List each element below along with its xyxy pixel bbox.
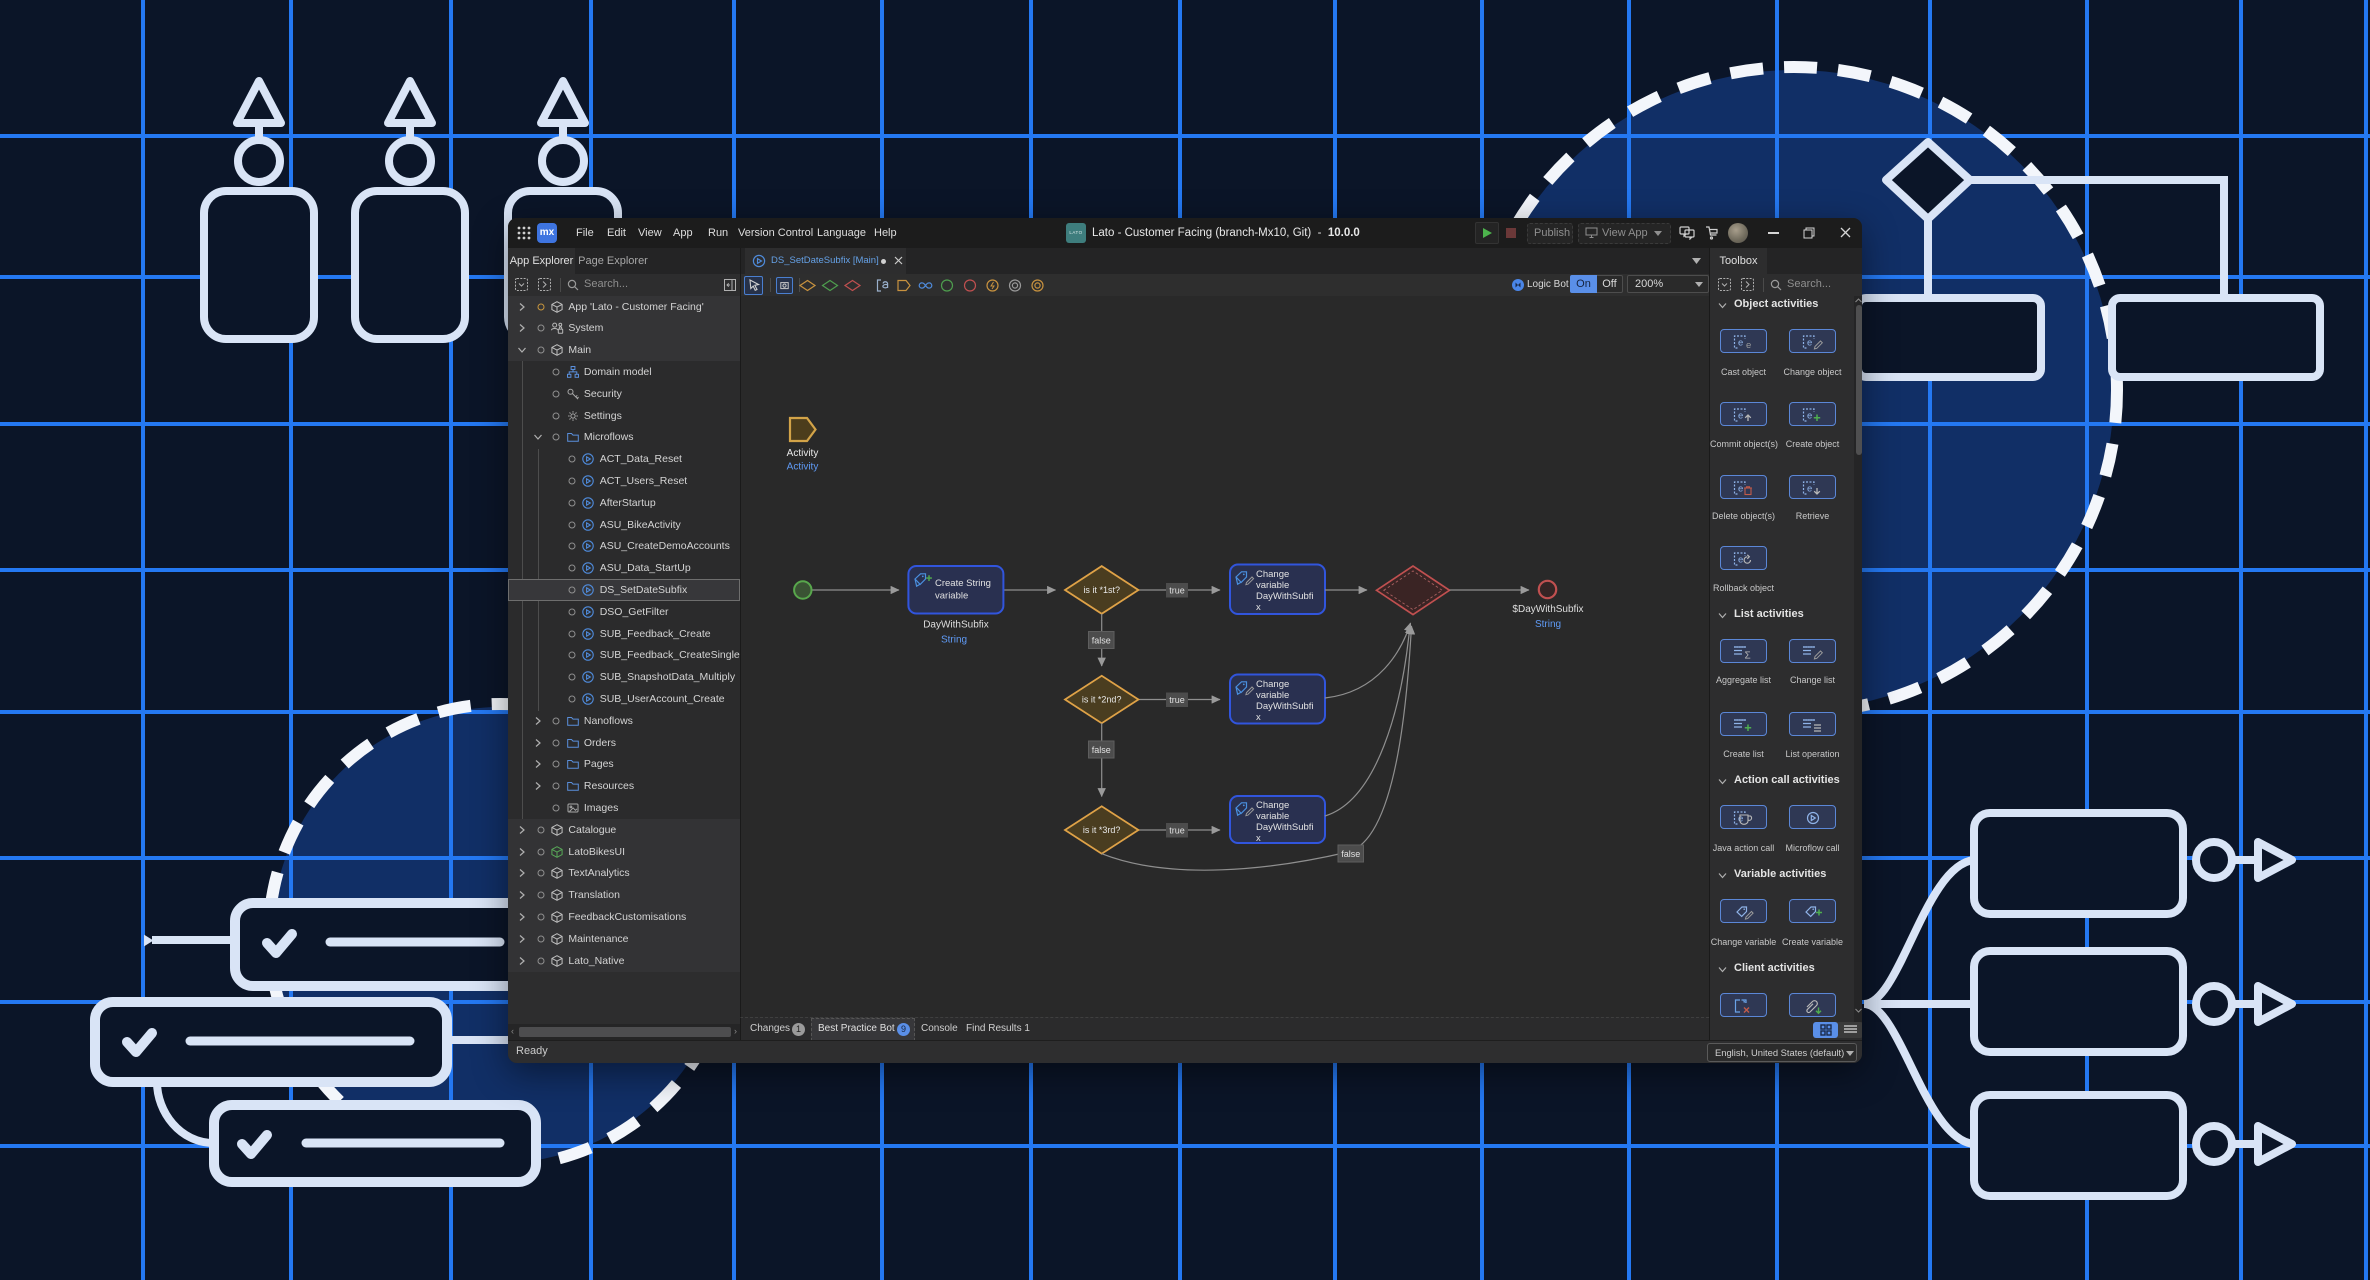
- svg-text:e: e: [1807, 410, 1812, 421]
- svg-text:Change: Change: [1256, 569, 1289, 580]
- svg-text:e: e: [1738, 337, 1743, 348]
- svg-text:x: x: [1256, 712, 1261, 723]
- svg-text:DayWithSubfix: DayWithSubfix: [923, 620, 989, 631]
- svg-text:e: e: [1738, 554, 1743, 565]
- svg-text:DayWithSubfi: DayWithSubfi: [1256, 591, 1314, 602]
- svg-text:Change: Change: [1256, 679, 1289, 690]
- svg-text:String: String: [941, 635, 967, 646]
- svg-text:e: e: [1738, 483, 1743, 494]
- svg-text:false: false: [1341, 849, 1360, 859]
- svg-text:Activity: Activity: [787, 448, 819, 459]
- svg-text:is it *2nd?: is it *2nd?: [1082, 695, 1122, 705]
- svg-text:String: String: [1535, 619, 1561, 630]
- svg-text:is it *3rd?: is it *3rd?: [1083, 825, 1121, 835]
- svg-text:true: true: [1169, 586, 1185, 596]
- svg-text:variable: variable: [1256, 690, 1289, 701]
- svg-text:is it *1st?: is it *1st?: [1083, 585, 1120, 595]
- svg-text:Activity: Activity: [787, 462, 819, 473]
- svg-text:Σ: Σ: [1745, 650, 1751, 660]
- svg-text:DayWithSubfi: DayWithSubfi: [1256, 701, 1314, 712]
- svg-text:variable: variable: [935, 591, 968, 602]
- svg-text:DayWithSubfi: DayWithSubfi: [1256, 822, 1314, 833]
- svg-text:e: e: [1807, 337, 1812, 348]
- svg-text:$DayWithSubfix: $DayWithSubfix: [1512, 604, 1583, 615]
- svg-text:Create String: Create String: [935, 578, 991, 589]
- svg-text:x: x: [1256, 833, 1261, 844]
- svg-text:variable: variable: [1256, 580, 1289, 591]
- svg-text:Change: Change: [1256, 800, 1289, 811]
- svg-text:x: x: [1256, 602, 1261, 613]
- svg-text:e: e: [1807, 483, 1812, 494]
- svg-text:variable: variable: [1256, 811, 1289, 822]
- svg-text:true: true: [1169, 695, 1185, 705]
- svg-text:e: e: [1746, 340, 1751, 350]
- svg-text:false: false: [1092, 635, 1111, 645]
- svg-text:false: false: [1092, 745, 1111, 755]
- svg-text:e: e: [1738, 410, 1743, 421]
- svg-text:true: true: [1169, 826, 1185, 836]
